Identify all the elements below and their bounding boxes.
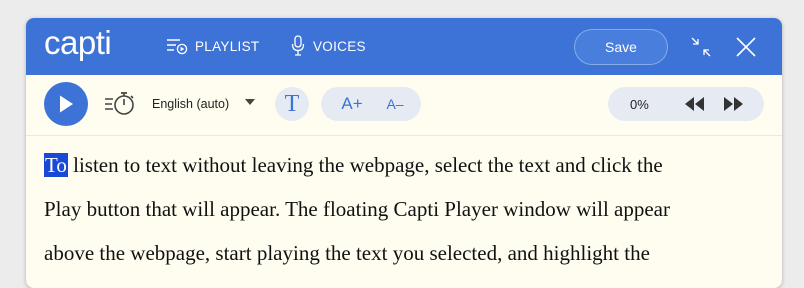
- reading-text: To listen to text without leaving the we…: [44, 143, 769, 275]
- microphone-icon: [291, 35, 305, 56]
- playlist-label: PLAYLIST: [195, 38, 260, 54]
- playlist-icon: [167, 39, 188, 55]
- close-icon: [736, 37, 756, 57]
- capti-logo: capti: [44, 28, 112, 61]
- chevron-down-icon[interactable]: [245, 99, 255, 105]
- font-size-controls: A+ A–: [321, 87, 421, 121]
- close-button[interactable]: [733, 34, 759, 60]
- play-icon: [60, 95, 73, 113]
- collapse-button[interactable]: [688, 34, 714, 60]
- font-button[interactable]: T: [275, 87, 309, 121]
- svg-text:capti: capti: [44, 28, 111, 61]
- save-button[interactable]: Save: [574, 29, 668, 65]
- play-button[interactable]: [44, 82, 88, 126]
- capti-player-window: capti PLAYLIST VOICES Save English (auto…: [26, 18, 782, 288]
- fast-forward-icon[interactable]: [722, 96, 744, 112]
- speed-timer-icon[interactable]: [104, 90, 136, 116]
- text-line-1-rest: listen to text without leaving the webpa…: [67, 153, 663, 177]
- increase-font-button[interactable]: A+: [331, 87, 373, 121]
- voices-tab[interactable]: VOICES: [290, 35, 366, 57]
- playlist-tab[interactable]: PLAYLIST: [166, 35, 259, 57]
- text-line-1: To listen to text without leaving the we…: [44, 143, 769, 187]
- player-toolbar: English (auto) T A+ A– 0%: [26, 75, 782, 136]
- voices-label: VOICES: [313, 38, 366, 54]
- header-bar: capti PLAYLIST VOICES Save: [26, 18, 782, 75]
- progress-controls: 0%: [608, 87, 764, 121]
- collapse-icon: [691, 37, 711, 57]
- language-select[interactable]: English (auto): [152, 95, 229, 113]
- progress-percent: 0%: [630, 96, 649, 112]
- rewind-icon[interactable]: [684, 96, 706, 112]
- text-line-3: above the webpage, start playing the tex…: [44, 241, 650, 265]
- decrease-font-button[interactable]: A–: [375, 87, 415, 121]
- text-line-2: Play button that will appear. The floati…: [44, 197, 670, 221]
- highlighted-word: To: [44, 153, 68, 177]
